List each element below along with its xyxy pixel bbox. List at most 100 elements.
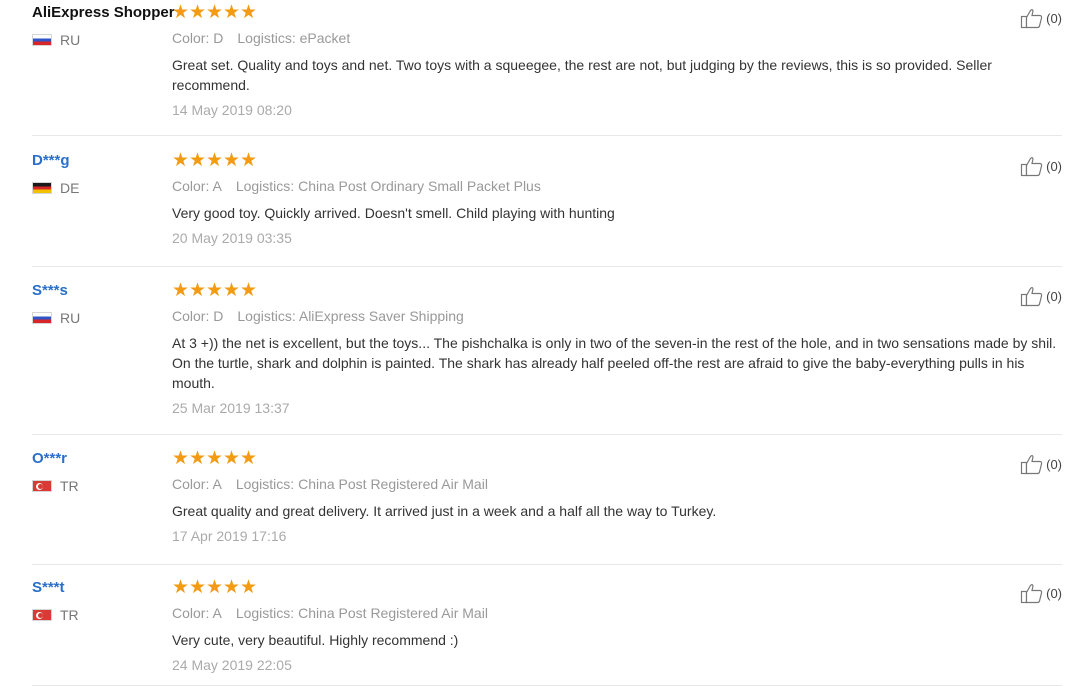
thumbs-up-icon[interactable]: [1020, 582, 1044, 604]
color-label: Color:: [172, 476, 210, 492]
logistics-value: ePacket: [299, 30, 351, 46]
star-icon: ★: [240, 150, 258, 171]
review-date: 25 Mar 2019 13:37: [172, 400, 290, 416]
color-value: A: [212, 476, 222, 492]
reviewer-info: S***t TR: [32, 578, 172, 624]
review-text: Great set. Quality and toys and net. Two…: [172, 57, 992, 93]
star-icon: ★: [206, 2, 224, 23]
review-item: S***s RU ★ ★ ★ ★ ★ Color: D Logistics: AliExpres…: [0, 281, 1092, 435]
star-icon: ★: [189, 150, 207, 171]
reviewer-name[interactable]: O***r: [32, 449, 172, 469]
thumbs-up-icon[interactable]: [1020, 285, 1044, 307]
review-date: 24 May 2019 22:05: [172, 657, 292, 673]
review-divider: [32, 266, 1062, 267]
helpful-button[interactable]: (0): [1020, 7, 1062, 29]
helpful-count: (0): [1046, 158, 1062, 174]
star-icon: ★: [189, 577, 207, 598]
color-label: Color:: [172, 30, 210, 46]
review-item: D***g DE ★ ★ ★ ★ ★ Color: A Logistics: China Pos…: [0, 151, 1092, 267]
review-text: At 3 +)) the net is excellent, but the t…: [172, 335, 1057, 391]
star-rating: ★ ★ ★ ★ ★: [172, 281, 1062, 301]
star-icon: ★: [189, 448, 207, 469]
review-divider: [32, 564, 1062, 565]
country-flag-icon: [32, 312, 52, 324]
reviewer-country: RU: [32, 309, 172, 327]
logistics-value: China Post Registered Air Mail: [298, 476, 488, 492]
star-icon: ★: [172, 577, 190, 598]
logistics-value: China Post Registered Air Mail: [298, 605, 488, 621]
star-icon: ★: [172, 2, 190, 23]
helpful-button[interactable]: (0): [1020, 155, 1062, 177]
color-label: Color:: [172, 178, 210, 194]
helpful-button[interactable]: (0): [1020, 582, 1062, 604]
reviewer-info: S***s RU: [32, 281, 172, 327]
reviewer-info: O***r TR: [32, 449, 172, 495]
thumbs-up-icon[interactable]: [1020, 155, 1044, 177]
review-content: ★ ★ ★ ★ ★ Color: D Logistics: ePacket Great set…: [172, 3, 1062, 120]
helpful-count: (0): [1046, 585, 1062, 601]
logistics-value: China Post Ordinary Small Packet Plus: [298, 178, 541, 194]
helpful-button[interactable]: (0): [1020, 285, 1062, 307]
country-flag-icon: [32, 609, 52, 621]
review-divider: [32, 434, 1062, 435]
color-value: D: [213, 30, 224, 46]
star-icon: ★: [240, 280, 258, 301]
review-date: 14 May 2019 08:20: [172, 102, 292, 118]
star-icon: ★: [206, 280, 224, 301]
star-icon: ★: [240, 577, 258, 598]
star-icon: ★: [206, 448, 224, 469]
country-code: DE: [60, 180, 80, 196]
logistics-label: Logistics:: [235, 178, 295, 194]
reviewer-name[interactable]: S***s: [32, 281, 172, 301]
star-icon: ★: [223, 448, 241, 469]
logistics-value: AliExpress Saver Shipping: [298, 308, 464, 324]
star-icon: ★: [189, 280, 207, 301]
logistics-label: Logistics:: [235, 605, 295, 621]
order-attributes: Color: A Logistics: China Post Registered…: [172, 474, 1062, 494]
review-content: ★ ★ ★ ★ ★ Color: A Logistics: China Post Regis…: [172, 578, 1062, 675]
star-icon: ★: [172, 280, 190, 301]
star-icon: ★: [240, 2, 258, 23]
review-item: AliExpress Shopper RU ★ ★ ★ ★ ★ Color: D Logisti…: [0, 3, 1092, 136]
order-attributes: Color: D Logistics: ePacket: [172, 28, 1062, 48]
color-label: Color:: [172, 308, 210, 324]
thumbs-up-icon[interactable]: [1020, 7, 1044, 29]
reviewer-info: D***g DE: [32, 151, 172, 197]
star-rating: ★ ★ ★ ★ ★: [172, 3, 1062, 23]
star-icon: ★: [240, 448, 258, 469]
order-attributes: Color: A Logistics: China Post Registered…: [172, 603, 1062, 623]
star-rating: ★ ★ ★ ★ ★: [172, 151, 1062, 171]
star-icon: ★: [223, 2, 241, 23]
country-code: TR: [60, 478, 79, 494]
reviewer-name: AliExpress Shopper: [32, 4, 175, 21]
helpful-count: (0): [1046, 10, 1062, 26]
country-flag-icon: [32, 34, 52, 46]
star-icon: ★: [206, 577, 224, 598]
order-attributes: Color: D Logistics: AliExpress Saver Ship…: [172, 306, 1062, 326]
star-icon: ★: [223, 280, 241, 301]
country-flag-icon: [32, 182, 52, 194]
star-icon: ★: [223, 577, 241, 598]
color-value: D: [213, 308, 224, 324]
review-date: 20 May 2019 03:35: [172, 230, 292, 246]
country-code: TR: [60, 607, 79, 623]
country-code: RU: [60, 32, 81, 48]
reviewer-name[interactable]: D***g: [32, 151, 172, 171]
thumbs-up-icon[interactable]: [1020, 453, 1044, 475]
star-icon: ★: [189, 2, 207, 23]
star-rating: ★ ★ ★ ★ ★: [172, 578, 1062, 598]
review-text: Great quality and great delivery. It arr…: [172, 503, 717, 519]
review-divider: [32, 135, 1062, 136]
reviewer-info: AliExpress Shopper RU: [32, 3, 175, 49]
reviewer-name[interactable]: S***t: [32, 578, 172, 598]
review-list: AliExpress Shopper RU ★ ★ ★ ★ ★ Color: D Logisti…: [0, 0, 1092, 686]
country-code: RU: [60, 310, 81, 326]
review-item: S***t TR ★ ★ ★ ★ ★ Color: A Logistics: China Pos…: [0, 578, 1092, 686]
order-attributes: Color: A Logistics: China Post Ordinary S…: [172, 176, 1062, 196]
review-content: ★ ★ ★ ★ ★ Color: A Logistics: China Post Ordin…: [172, 151, 1062, 248]
star-icon: ★: [223, 150, 241, 171]
helpful-button[interactable]: (0): [1020, 453, 1062, 475]
star-icon: ★: [172, 150, 190, 171]
reviewer-country: DE: [32, 179, 172, 197]
review-text: Very good toy. Quickly arrived. Doesn't …: [172, 205, 615, 221]
